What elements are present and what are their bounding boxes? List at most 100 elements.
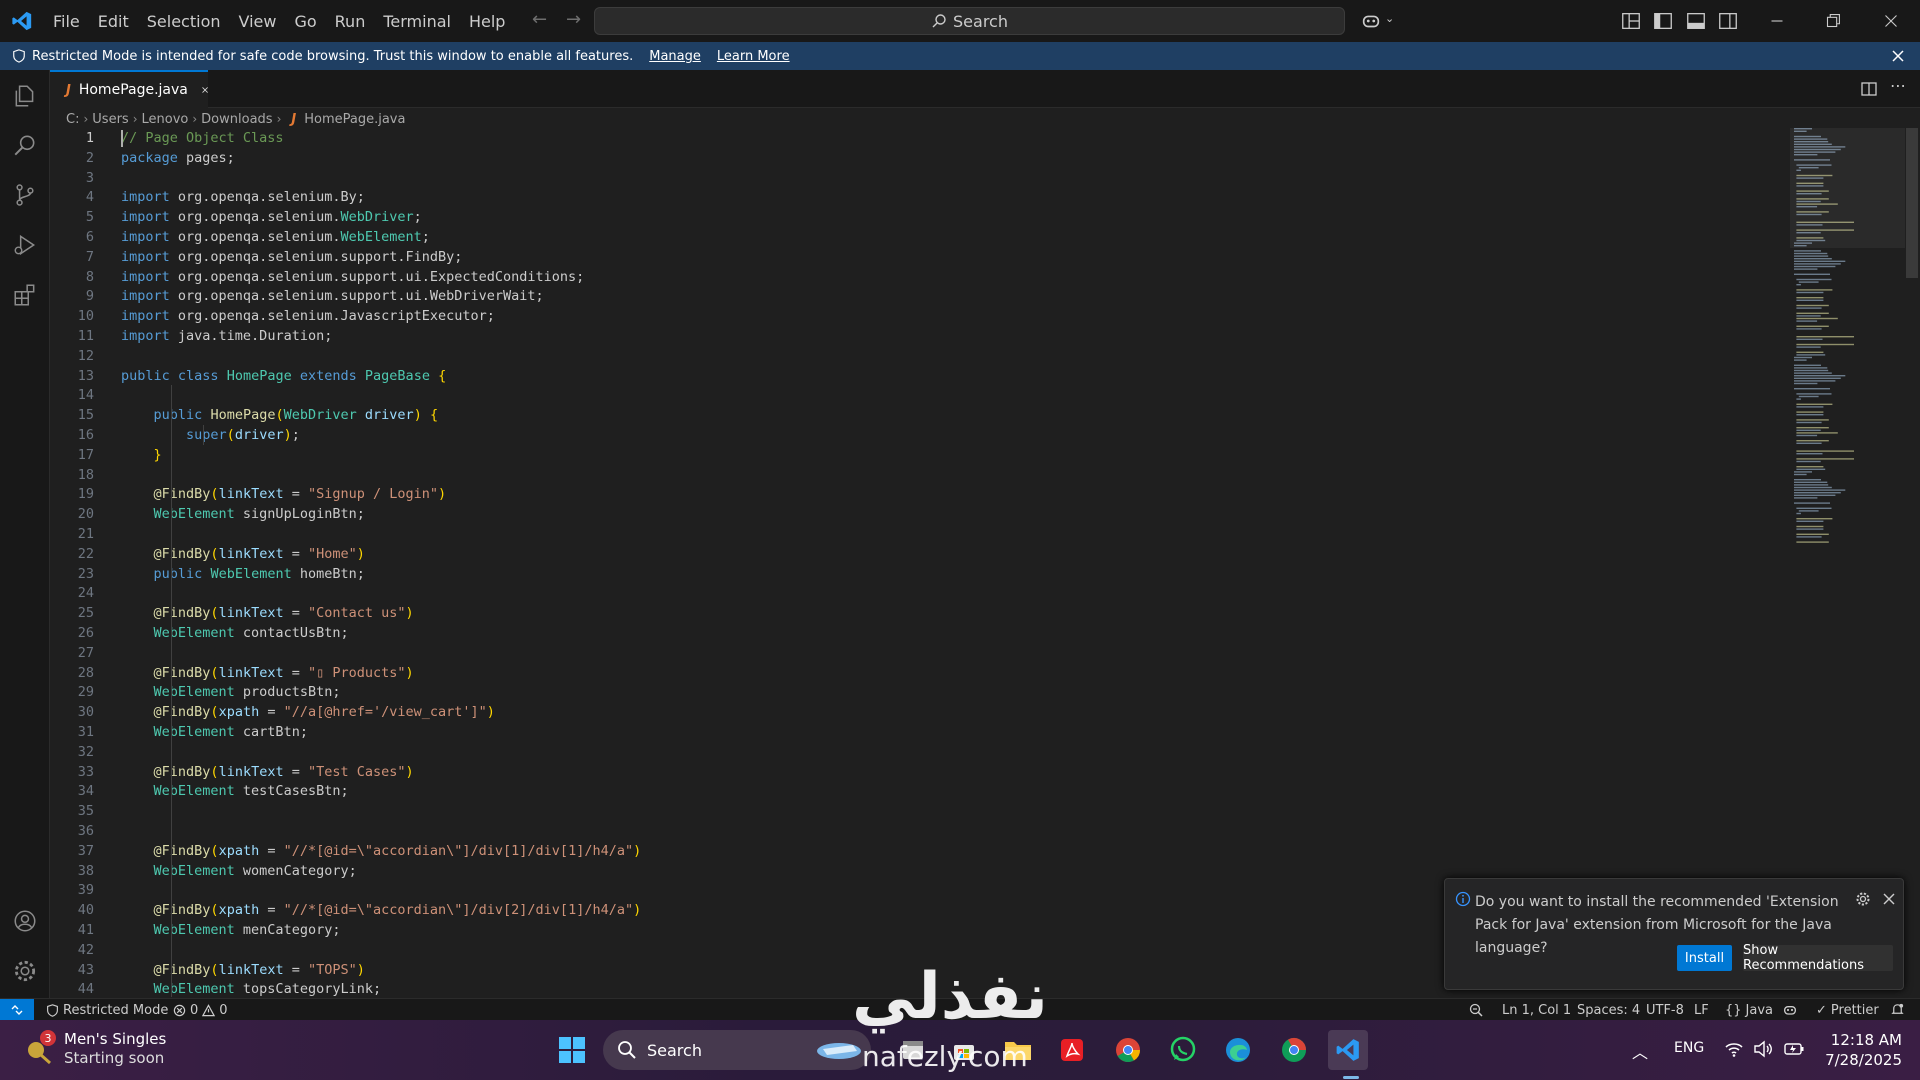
minimize-icon[interactable] — [1766, 10, 1788, 32]
volume-icon[interactable] — [1753, 1040, 1773, 1058]
more-actions-icon[interactable]: ⋯ — [1890, 76, 1906, 95]
code-line[interactable]: 24 — [50, 584, 1750, 604]
menu-run[interactable]: Run — [326, 0, 375, 42]
manage-link[interactable]: Manage — [649, 49, 701, 64]
code-line[interactable]: 36 — [50, 822, 1750, 842]
language-mode[interactable]: {} Java — [1725, 999, 1773, 1021]
code-line[interactable]: 13 public class HomePage extends PageBase… — [50, 367, 1750, 387]
code-line[interactable]: 23 public WebElement homeBtn; — [50, 565, 1750, 585]
code-line[interactable]: 26 WebElement contactUsBtn; — [50, 624, 1750, 644]
menu-selection[interactable]: Selection — [138, 0, 230, 42]
taskbar-app-vscode[interactable] — [1328, 1030, 1368, 1070]
gear-icon[interactable] — [12, 958, 38, 984]
customize-layout-icon[interactable] — [1620, 10, 1642, 32]
code-line[interactable]: 28 @FindBy(linkText = "▯ Products") — [50, 664, 1750, 684]
menu-terminal[interactable]: Terminal — [374, 0, 460, 42]
forward-arrow-icon[interactable]: → — [557, 9, 590, 30]
code-line[interactable]: 21 — [50, 525, 1750, 545]
code-line[interactable]: 34 WebElement testCasesBtn; — [50, 782, 1750, 802]
input-language[interactable]: ENG — [1674, 1040, 1704, 1056]
code-line[interactable]: 1 // Page Object Class — [50, 129, 1750, 149]
vscode-logo-icon[interactable] — [0, 0, 44, 42]
explorer-icon[interactable] — [12, 83, 38, 109]
show-recommendations-button[interactable]: Show Recommendations — [1743, 943, 1893, 973]
code-line[interactable]: 17 } — [50, 446, 1750, 466]
code-line[interactable]: 6 import org.openqa.selenium.WebElement; — [50, 228, 1750, 248]
code-line[interactable]: 10 import org.openqa.selenium.JavascriptE… — [50, 307, 1750, 327]
accounts-icon[interactable] — [12, 908, 38, 934]
restore-icon[interactable] — [1822, 10, 1844, 32]
tab-homepage-java[interactable]: J HomePage.java — [50, 70, 208, 108]
widget-text[interactable]: Men's Singles Starting soon — [64, 1030, 166, 1068]
remote-indicator[interactable] — [0, 999, 34, 1021]
code-line[interactable]: 20 WebElement signUpLoginBtn; — [50, 505, 1750, 525]
search-view-icon[interactable] — [12, 133, 38, 159]
menu-view[interactable]: View — [230, 0, 286, 42]
code-line[interactable]: 16 super(driver); — [50, 426, 1750, 446]
code-line[interactable]: 30 @FindBy(xpath = "//a[@href='/view_car… — [50, 703, 1750, 723]
cursor-position[interactable]: Ln 1, Col 1 — [1502, 999, 1571, 1021]
close-tab-icon[interactable] — [202, 84, 208, 96]
code-line[interactable]: 33 @FindBy(linkText = "Test Cases") — [50, 763, 1750, 783]
menu-file[interactable]: File — [44, 0, 89, 42]
breadcrumb-item[interactable]: Downloads — [201, 112, 272, 127]
taskbar-app-whatsapp[interactable] — [1163, 1030, 1203, 1070]
battery-icon[interactable] — [1783, 1040, 1805, 1058]
indentation-status[interactable]: Spaces: 4 — [1577, 999, 1640, 1021]
close-notification-icon[interactable] — [1883, 893, 1895, 905]
minimap[interactable] — [1790, 128, 1905, 548]
minimap-viewport[interactable] — [1790, 128, 1905, 248]
toggle-primary-sidebar-icon[interactable] — [1652, 10, 1674, 32]
code-line[interactable]: 15 public HomePage(WebDriver driver) { — [50, 406, 1750, 426]
chevron-down-icon[interactable]: ⌄ — [1385, 12, 1394, 25]
breadcrumb-item[interactable]: HomePage.java — [304, 112, 405, 127]
breadcrumb-item[interactable]: Users — [92, 112, 128, 127]
widgets-button[interactable]: 3 — [22, 1030, 58, 1068]
code-line[interactable]: 9 import org.openqa.selenium.support.ui.W… — [50, 287, 1750, 307]
code-line[interactable]: 29 WebElement productsBtn; — [50, 683, 1750, 703]
zoom-icon[interactable] — [1468, 1002, 1484, 1018]
editor-scrollbar[interactable] — [1906, 128, 1918, 278]
split-editor-icon[interactable] — [1860, 80, 1878, 98]
code-line[interactable]: 3 — [50, 169, 1750, 189]
install-button[interactable]: Install — [1677, 945, 1732, 971]
toggle-panel-icon[interactable] — [1685, 10, 1707, 32]
learn-more-link[interactable]: Learn More — [717, 49, 790, 64]
taskbar-app-chrome[interactable] — [1108, 1030, 1148, 1070]
code-line[interactable]: 8 import org.openqa.selenium.support.ui.E… — [50, 268, 1750, 288]
problems-status[interactable]: 0 0 — [173, 999, 228, 1021]
extensions-icon[interactable] — [12, 282, 38, 308]
copilot-status-icon[interactable] — [1782, 1002, 1798, 1018]
code-line[interactable]: 32 — [50, 743, 1750, 763]
show-hidden-icons-icon[interactable]: ︿ — [1632, 1039, 1648, 1063]
taskbar-search[interactable]: Search — [603, 1030, 871, 1070]
code-line[interactable]: 11 import java.time.Duration; — [50, 327, 1750, 347]
code-line[interactable]: 4 import org.openqa.selenium.By; — [50, 188, 1750, 208]
restricted-mode-status[interactable]: Restricted Mode — [46, 999, 168, 1021]
close-window-icon[interactable] — [1880, 10, 1902, 32]
code-line[interactable]: 22 @FindBy(linkText = "Home") — [50, 545, 1750, 565]
menu-help[interactable]: Help — [460, 0, 514, 42]
back-arrow-icon[interactable]: ← — [523, 9, 556, 30]
copilot-icon[interactable] — [1360, 10, 1382, 32]
breadcrumb-item[interactable]: C: — [66, 112, 79, 127]
code-line[interactable]: 2 package pages; — [50, 149, 1750, 169]
code-line[interactable]: 14 — [50, 386, 1750, 406]
taskbar-app-acrobat[interactable] — [1052, 1030, 1092, 1070]
eol-status[interactable]: LF — [1694, 999, 1709, 1021]
code-line[interactable]: 7 import org.openqa.selenium.support.Find… — [50, 248, 1750, 268]
menu-edit[interactable]: Edit — [89, 0, 138, 42]
taskbar-app-chrome-profile[interactable] — [1274, 1030, 1314, 1070]
code-line[interactable]: 19 @FindBy(linkText = "Signup / Login") — [50, 485, 1750, 505]
bell-icon[interactable] — [1890, 1002, 1905, 1017]
code-editor[interactable]: 1// Page Object Class 2 package pages; 3 4 im… — [50, 128, 1785, 997]
code-line[interactable]: 31 WebElement cartBtn; — [50, 723, 1750, 743]
breadcrumb-item[interactable]: Lenovo — [142, 112, 189, 127]
code-line[interactable]: 12 — [50, 347, 1750, 367]
taskbar-app-edge[interactable] — [1218, 1030, 1258, 1070]
menu-go[interactable]: Go — [285, 0, 325, 42]
code-line[interactable]: 35 — [50, 802, 1750, 822]
close-banner-icon[interactable] — [1891, 49, 1905, 63]
prettier-status[interactable]: ✓ Prettier — [1816, 999, 1879, 1021]
code-line[interactable]: 18 — [50, 466, 1750, 486]
